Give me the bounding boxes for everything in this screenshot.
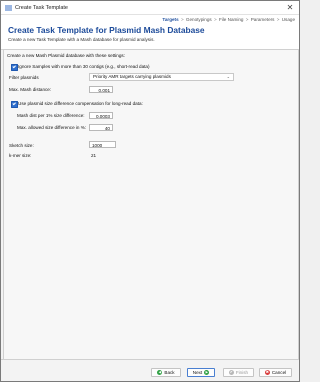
check-icon xyxy=(228,370,234,375)
wizard-header: Targets > Genotypings > File Naming > Pa… xyxy=(1,15,299,50)
back-button[interactable]: Back xyxy=(151,368,181,377)
wizard-steps: Targets > Genotypings > File Naming > Pa… xyxy=(162,17,295,22)
step-separator: > xyxy=(213,17,217,22)
step-separator: > xyxy=(245,17,249,22)
max-mash-distance-label: Max. Mash distance: xyxy=(9,87,52,92)
next-button[interactable]: Next xyxy=(187,368,215,377)
page-title: Create Task Template for Plasmid Mash Da… xyxy=(8,25,205,35)
app-icon xyxy=(5,5,12,10)
step-genotypings: Genotypings xyxy=(185,17,212,22)
ignore-samples-label: Ignore Samples with more than 30 contigs… xyxy=(18,64,150,69)
intro-text: Create a new Mash Plasmid database with … xyxy=(7,53,125,58)
page-subtitle: Create a new Task Template with a Mash d… xyxy=(8,37,155,42)
next-arrow-icon xyxy=(204,370,210,375)
finish-button[interactable]: Finish xyxy=(223,368,254,377)
size-compensation-checkbox[interactable] xyxy=(11,101,18,108)
step-targets: Targets xyxy=(162,17,179,22)
sketch-size-input[interactable]: 1000 xyxy=(89,141,116,148)
next-button-label: Next xyxy=(192,370,203,375)
step-file-naming: File Naming xyxy=(218,17,244,22)
back-button-label: Back xyxy=(164,370,175,375)
cancel-icon xyxy=(264,370,270,375)
sketch-size-value: 1000 xyxy=(92,143,103,148)
title-bar: Create Task Template ✕ xyxy=(1,1,299,15)
size-compensation-label: Use plasmid size difference compensation… xyxy=(18,101,143,106)
cancel-button[interactable]: Cancel xyxy=(259,368,292,377)
filter-plasmids-dropdown[interactable]: Priority AMR targets carrying plasmids ⌄ xyxy=(89,73,234,81)
max-size-diff-label: Max. allowed size difference in %: xyxy=(17,125,87,130)
filter-plasmids-label: Filter plasmids xyxy=(9,75,39,80)
step-usage: Usage xyxy=(281,17,295,22)
window-title: Create Task Template xyxy=(15,4,68,11)
finish-button-label: Finish xyxy=(235,370,249,375)
ignore-samples-checkbox[interactable] xyxy=(11,64,18,71)
filter-plasmids-value: Priority AMR targets carrying plasmids xyxy=(93,74,171,79)
step-parameters: Parameters xyxy=(250,17,275,22)
cancel-button-label: Cancel xyxy=(271,370,287,375)
kmer-size-value: 21 xyxy=(91,153,97,158)
mash-dist-label: Mash dist per 1% size difference: xyxy=(17,113,85,118)
max-mash-distance-input[interactable]: 0.001 xyxy=(89,86,113,93)
close-icon[interactable]: ✕ xyxy=(281,1,299,14)
max-size-diff-input[interactable]: 40 xyxy=(89,124,113,131)
step-separator: > xyxy=(180,17,184,22)
create-task-template-window: Create Task Template ✕ Targets > Genotyp… xyxy=(0,0,300,382)
chevron-down-icon: ⌄ xyxy=(226,74,230,79)
mash-dist-input[interactable]: 0.0003 xyxy=(89,112,113,119)
sketch-size-label: Sketch size: xyxy=(9,143,34,148)
step-separator: > xyxy=(276,17,280,22)
wizard-footer: Back Next Finish Cancel xyxy=(1,359,299,381)
back-arrow-icon xyxy=(157,370,163,375)
kmer-size-label: k-mer size: xyxy=(9,153,32,158)
settings-panel: Create a new Mash Plasmid database with … xyxy=(3,49,299,362)
